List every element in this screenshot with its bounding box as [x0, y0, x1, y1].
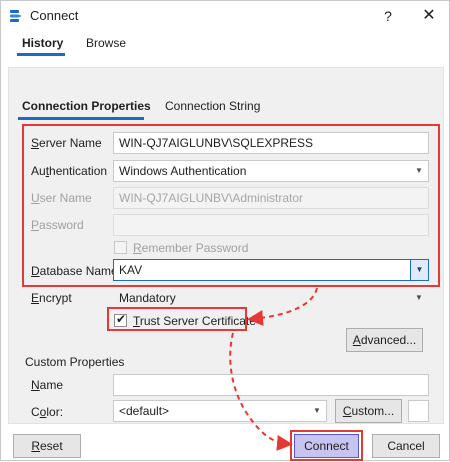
arrow-database-to-trust: [247, 287, 318, 326]
connect-dialog: Connect ? ✕ History Browse Connection Pr…: [0, 0, 450, 461]
arrow-trust-to-connect: [229, 332, 293, 451]
annotation-arrows: [229, 287, 318, 451]
